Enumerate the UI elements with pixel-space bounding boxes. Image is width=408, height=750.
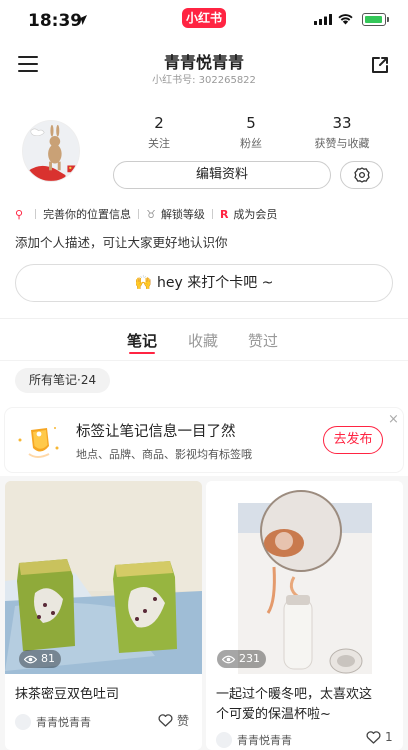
- page-title: 青青悦青青: [163, 53, 244, 72]
- status-time: 18:39: [28, 11, 83, 31]
- profile-header: 青青悦青青 小红书号: 302265822: [0, 40, 408, 90]
- avatar[interactable]: [22, 120, 80, 182]
- note-author[interactable]: 青青悦青青: [15, 714, 91, 730]
- location-arrow-icon: [77, 15, 87, 25]
- view-count: 231: [217, 650, 266, 668]
- publish-button[interactable]: 去发布: [323, 426, 383, 454]
- note-card[interactable]: 81 抹茶密豆双色吐司 青青悦青青 赞: [5, 481, 202, 750]
- author-name: 青青悦青青: [237, 734, 292, 747]
- heart-icon: [158, 714, 173, 727]
- bio[interactable]: 添加个人描述，可让大家更好地认识你: [15, 232, 228, 251]
- likes-count: 33: [332, 114, 352, 132]
- note-title: 抹茶密豆双色吐司: [15, 687, 120, 702]
- location-icon: ⚲: [15, 207, 24, 221]
- author-name: 青青悦青青: [36, 716, 91, 729]
- following-stat[interactable]: 2 关注: [119, 114, 199, 151]
- checkin-label: hey 来打个卡吧 ~: [157, 275, 274, 291]
- wifi-icon: [338, 14, 353, 25]
- avatar-image: [23, 121, 79, 181]
- view-count-value: 81: [41, 652, 55, 665]
- profile-tags: ⚲ 完善你的位置信息 ♉ 解锁等级 R 成为会员: [15, 206, 277, 222]
- tabs-divider: [0, 360, 408, 361]
- gear-icon: [354, 167, 370, 183]
- note-title-line-1: 一起过个暖冬吧，太喜欢这: [216, 687, 373, 702]
- view-count-value: 231: [239, 652, 260, 665]
- share-icon[interactable]: [370, 55, 390, 75]
- raised-hands-icon: 🙌: [134, 275, 153, 291]
- eye-icon: [24, 655, 37, 663]
- tab-notes[interactable]: 笔记: [127, 330, 157, 351]
- tag-location[interactable]: 完善你的位置信息: [43, 206, 131, 222]
- settings-button[interactable]: [340, 161, 383, 189]
- like-count: 赞: [177, 714, 190, 728]
- divider: [0, 318, 408, 319]
- app-badge: 小红书: [182, 8, 226, 28]
- note-title-line-2: 个可爱的保温杯啦~: [216, 707, 331, 722]
- notes-filter-chip[interactable]: 所有笔记·24: [15, 368, 111, 393]
- checkin-button[interactable]: 🙌 hey 来打个卡吧 ~: [15, 264, 393, 302]
- heart-icon: [366, 730, 381, 744]
- followers-count: 5: [246, 114, 256, 132]
- tag-member[interactable]: 成为会员: [233, 206, 277, 222]
- tag-level[interactable]: 解锁等级: [161, 206, 205, 222]
- member-icon: R: [219, 207, 229, 221]
- like-count: 1: [385, 730, 393, 744]
- note-cover-image: [5, 481, 202, 674]
- cellular-signal-icon: [314, 14, 332, 25]
- close-icon[interactable]: ×: [388, 412, 399, 427]
- promo-title: 标签让笔记信息一目了然: [76, 424, 236, 440]
- like-button[interactable]: 赞: [158, 712, 189, 729]
- tag-badge-icon: [18, 427, 59, 458]
- note-card[interactable]: 231 一起过个暖冬吧，太喜欢这 个可爱的保温杯啦~ 青青悦青青 1: [206, 481, 403, 750]
- like-button[interactable]: 1: [366, 730, 393, 744]
- promo-description: 地点、品牌、商品、影视均有标签哦: [76, 448, 252, 461]
- tab-liked[interactable]: 赞过: [248, 330, 278, 351]
- level-icon: ♉: [146, 207, 156, 221]
- likes-label: 获赞与收藏: [314, 137, 370, 150]
- author-avatar: [15, 714, 31, 730]
- followers-stat[interactable]: 5 粉丝: [211, 114, 291, 151]
- following-label: 关注: [148, 137, 170, 150]
- note-cover-image: [206, 481, 403, 674]
- battery-icon: [362, 13, 389, 26]
- status-bar: 18:39 小红书: [0, 0, 408, 40]
- likes-stat[interactable]: 33 获赞与收藏: [302, 114, 382, 151]
- user-id: 小红书号: 302265822: [152, 75, 256, 86]
- followers-label: 粉丝: [240, 137, 262, 150]
- author-avatar: [216, 732, 232, 748]
- view-count: 81: [19, 650, 61, 668]
- tab-collections[interactable]: 收藏: [188, 330, 218, 351]
- edit-profile-button[interactable]: 编辑资料: [113, 161, 331, 189]
- tag-promo-banner: 标签让笔记信息一目了然 地点、品牌、商品、影视均有标签哦 去发布 ×: [5, 408, 403, 472]
- note-author[interactable]: 青青悦青青: [216, 732, 292, 748]
- eye-icon: [222, 655, 235, 663]
- following-count: 2: [154, 114, 164, 132]
- active-tab-indicator: [129, 352, 155, 354]
